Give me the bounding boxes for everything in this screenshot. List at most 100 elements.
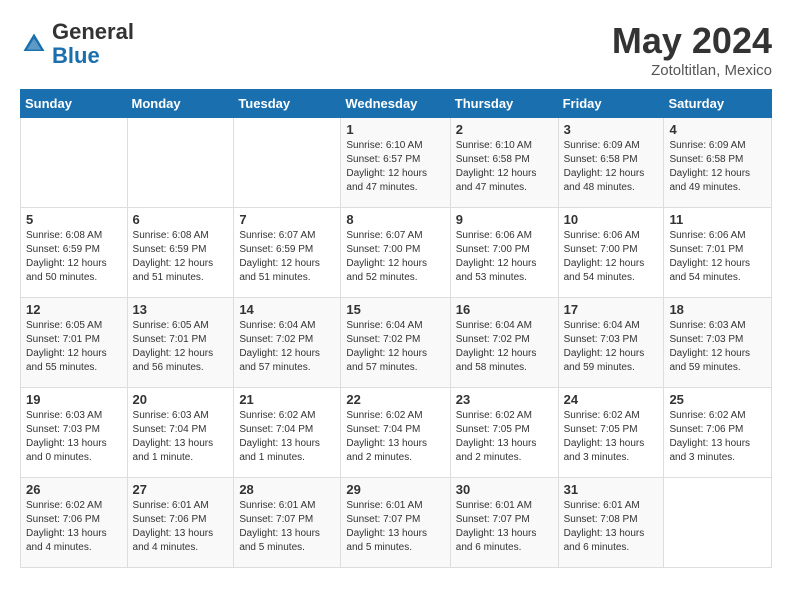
calendar-cell: 18 Sunrise: 6:03 AM Sunset: 7:03 PM Dayli…: [664, 298, 772, 388]
day-number: 10: [564, 212, 659, 227]
day-number: 17: [564, 302, 659, 317]
day-number: 12: [26, 302, 122, 317]
day-info: Sunrise: 6:03 AM Sunset: 7:03 PM Dayligh…: [26, 409, 122, 465]
day-info: Sunrise: 6:06 AM Sunset: 7:01 PM Dayligh…: [669, 229, 766, 285]
day-number: 22: [346, 392, 444, 407]
day-info: Sunrise: 6:01 AM Sunset: 7:07 PM Dayligh…: [346, 499, 444, 555]
col-header-friday: Friday: [558, 90, 664, 118]
calendar-cell: 8 Sunrise: 6:07 AM Sunset: 7:00 PM Daylig…: [341, 208, 450, 298]
calendar-header-row: SundayMondayTuesdayWednesdayThursdayFrid…: [21, 90, 772, 118]
day-number: 31: [564, 482, 659, 497]
col-header-saturday: Saturday: [664, 90, 772, 118]
col-header-thursday: Thursday: [450, 90, 558, 118]
day-number: 19: [26, 392, 122, 407]
day-info: Sunrise: 6:08 AM Sunset: 6:59 PM Dayligh…: [26, 229, 122, 285]
logo-text: General Blue: [52, 20, 134, 68]
calendar-cell: 29 Sunrise: 6:01 AM Sunset: 7:07 PM Dayli…: [341, 478, 450, 568]
day-info: Sunrise: 6:10 AM Sunset: 6:58 PM Dayligh…: [456, 139, 553, 195]
logo-icon: [20, 30, 48, 58]
calendar-cell: 28 Sunrise: 6:01 AM Sunset: 7:07 PM Dayli…: [234, 478, 341, 568]
calendar-week-row: 5 Sunrise: 6:08 AM Sunset: 6:59 PM Daylig…: [21, 208, 772, 298]
day-info: Sunrise: 6:02 AM Sunset: 7:06 PM Dayligh…: [26, 499, 122, 555]
day-info: Sunrise: 6:01 AM Sunset: 7:07 PM Dayligh…: [239, 499, 335, 555]
calendar-week-row: 1 Sunrise: 6:10 AM Sunset: 6:57 PM Daylig…: [21, 118, 772, 208]
day-number: 5: [26, 212, 122, 227]
calendar-cell: 4 Sunrise: 6:09 AM Sunset: 6:58 PM Daylig…: [664, 118, 772, 208]
day-info: Sunrise: 6:07 AM Sunset: 7:00 PM Dayligh…: [346, 229, 444, 285]
day-info: Sunrise: 6:02 AM Sunset: 7:06 PM Dayligh…: [669, 409, 766, 465]
day-number: 15: [346, 302, 444, 317]
calendar-cell: 27 Sunrise: 6:01 AM Sunset: 7:06 PM Dayli…: [127, 478, 234, 568]
col-header-wednesday: Wednesday: [341, 90, 450, 118]
day-number: 29: [346, 482, 444, 497]
day-number: 4: [669, 122, 766, 137]
day-number: 18: [669, 302, 766, 317]
calendar-cell: 11 Sunrise: 6:06 AM Sunset: 7:01 PM Dayli…: [664, 208, 772, 298]
day-number: 11: [669, 212, 766, 227]
day-number: 8: [346, 212, 444, 227]
title-block: May 2024 Zotoltitlan, Mexico: [612, 20, 772, 79]
calendar-cell: [127, 118, 234, 208]
day-info: Sunrise: 6:10 AM Sunset: 6:57 PM Dayligh…: [346, 139, 444, 195]
day-info: Sunrise: 6:04 AM Sunset: 7:03 PM Dayligh…: [564, 319, 659, 375]
day-number: 16: [456, 302, 553, 317]
day-info: Sunrise: 6:03 AM Sunset: 7:04 PM Dayligh…: [133, 409, 229, 465]
calendar-cell: 16 Sunrise: 6:04 AM Sunset: 7:02 PM Dayli…: [450, 298, 558, 388]
calendar-week-row: 12Sunrise: 6:05 AM Sunset: 7:01 PM Dayli…: [21, 298, 772, 388]
logo-blue: Blue: [52, 43, 100, 68]
calendar-cell: 17 Sunrise: 6:04 AM Sunset: 7:03 PM Dayli…: [558, 298, 664, 388]
day-number: 21: [239, 392, 335, 407]
col-header-monday: Monday: [127, 90, 234, 118]
calendar-cell: 25Sunrise: 6:02 AM Sunset: 7:06 PM Dayli…: [664, 388, 772, 478]
day-info: Sunrise: 6:04 AM Sunset: 7:02 PM Dayligh…: [239, 319, 335, 375]
calendar-cell: 9Sunrise: 6:06 AM Sunset: 7:00 PM Daylig…: [450, 208, 558, 298]
logo: General Blue: [20, 20, 134, 68]
calendar-cell: 3Sunrise: 6:09 AM Sunset: 6:58 PM Daylig…: [558, 118, 664, 208]
calendar-cell: 31 Sunrise: 6:01 AM Sunset: 7:08 PM Dayli…: [558, 478, 664, 568]
day-info: Sunrise: 6:02 AM Sunset: 7:05 PM Dayligh…: [564, 409, 659, 465]
col-header-sunday: Sunday: [21, 90, 128, 118]
page-header: General Blue May 2024 Zotoltitlan, Mexic…: [20, 20, 772, 79]
calendar-cell: 15 Sunrise: 6:04 AM Sunset: 7:02 PM Dayli…: [341, 298, 450, 388]
day-info: Sunrise: 6:02 AM Sunset: 7:04 PM Dayligh…: [346, 409, 444, 465]
day-info: Sunrise: 6:08 AM Sunset: 6:59 PM Dayligh…: [133, 229, 229, 285]
calendar-cell: [664, 478, 772, 568]
day-number: 24: [564, 392, 659, 407]
calendar-cell: 22 Sunrise: 6:02 AM Sunset: 7:04 PM Dayli…: [341, 388, 450, 478]
calendar-cell: 14 Sunrise: 6:04 AM Sunset: 7:02 PM Dayli…: [234, 298, 341, 388]
calendar-cell: 30Sunrise: 6:01 AM Sunset: 7:07 PM Dayli…: [450, 478, 558, 568]
day-number: 14: [239, 302, 335, 317]
calendar-cell: [234, 118, 341, 208]
calendar-cell: 7Sunrise: 6:07 AM Sunset: 6:59 PM Daylig…: [234, 208, 341, 298]
day-info: Sunrise: 6:03 AM Sunset: 7:03 PM Dayligh…: [669, 319, 766, 375]
calendar-cell: 2 Sunrise: 6:10 AM Sunset: 6:58 PM Daylig…: [450, 118, 558, 208]
day-info: Sunrise: 6:02 AM Sunset: 7:04 PM Dayligh…: [239, 409, 335, 465]
day-info: Sunrise: 6:01 AM Sunset: 7:08 PM Dayligh…: [564, 499, 659, 555]
day-number: 6: [133, 212, 229, 227]
calendar-cell: 19 Sunrise: 6:03 AM Sunset: 7:03 PM Dayli…: [21, 388, 128, 478]
day-info: Sunrise: 6:01 AM Sunset: 7:06 PM Dayligh…: [133, 499, 229, 555]
day-number: 23: [456, 392, 553, 407]
day-info: Sunrise: 6:09 AM Sunset: 6:58 PM Dayligh…: [669, 139, 766, 195]
day-number: 28: [239, 482, 335, 497]
calendar-cell: 1 Sunrise: 6:10 AM Sunset: 6:57 PM Daylig…: [341, 118, 450, 208]
day-number: 13: [133, 302, 229, 317]
day-info: Sunrise: 6:01 AM Sunset: 7:07 PM Dayligh…: [456, 499, 553, 555]
calendar-cell: 12Sunrise: 6:05 AM Sunset: 7:01 PM Dayli…: [21, 298, 128, 388]
day-number: 27: [133, 482, 229, 497]
day-info: Sunrise: 6:04 AM Sunset: 7:02 PM Dayligh…: [456, 319, 553, 375]
day-info: Sunrise: 6:04 AM Sunset: 7:02 PM Dayligh…: [346, 319, 444, 375]
calendar-table: SundayMondayTuesdayWednesdayThursdayFrid…: [20, 89, 772, 568]
day-number: 1: [346, 122, 444, 137]
day-number: 3: [564, 122, 659, 137]
month-title: May 2024: [612, 20, 772, 62]
day-number: 26: [26, 482, 122, 497]
calendar-cell: [21, 118, 128, 208]
day-number: 2: [456, 122, 553, 137]
day-info: Sunrise: 6:06 AM Sunset: 7:00 PM Dayligh…: [456, 229, 553, 285]
day-info: Sunrise: 6:07 AM Sunset: 6:59 PM Dayligh…: [239, 229, 335, 285]
calendar-cell: 20Sunrise: 6:03 AM Sunset: 7:04 PM Dayli…: [127, 388, 234, 478]
calendar-week-row: 26 Sunrise: 6:02 AM Sunset: 7:06 PM Dayli…: [21, 478, 772, 568]
col-header-tuesday: Tuesday: [234, 90, 341, 118]
calendar-cell: 24 Sunrise: 6:02 AM Sunset: 7:05 PM Dayli…: [558, 388, 664, 478]
